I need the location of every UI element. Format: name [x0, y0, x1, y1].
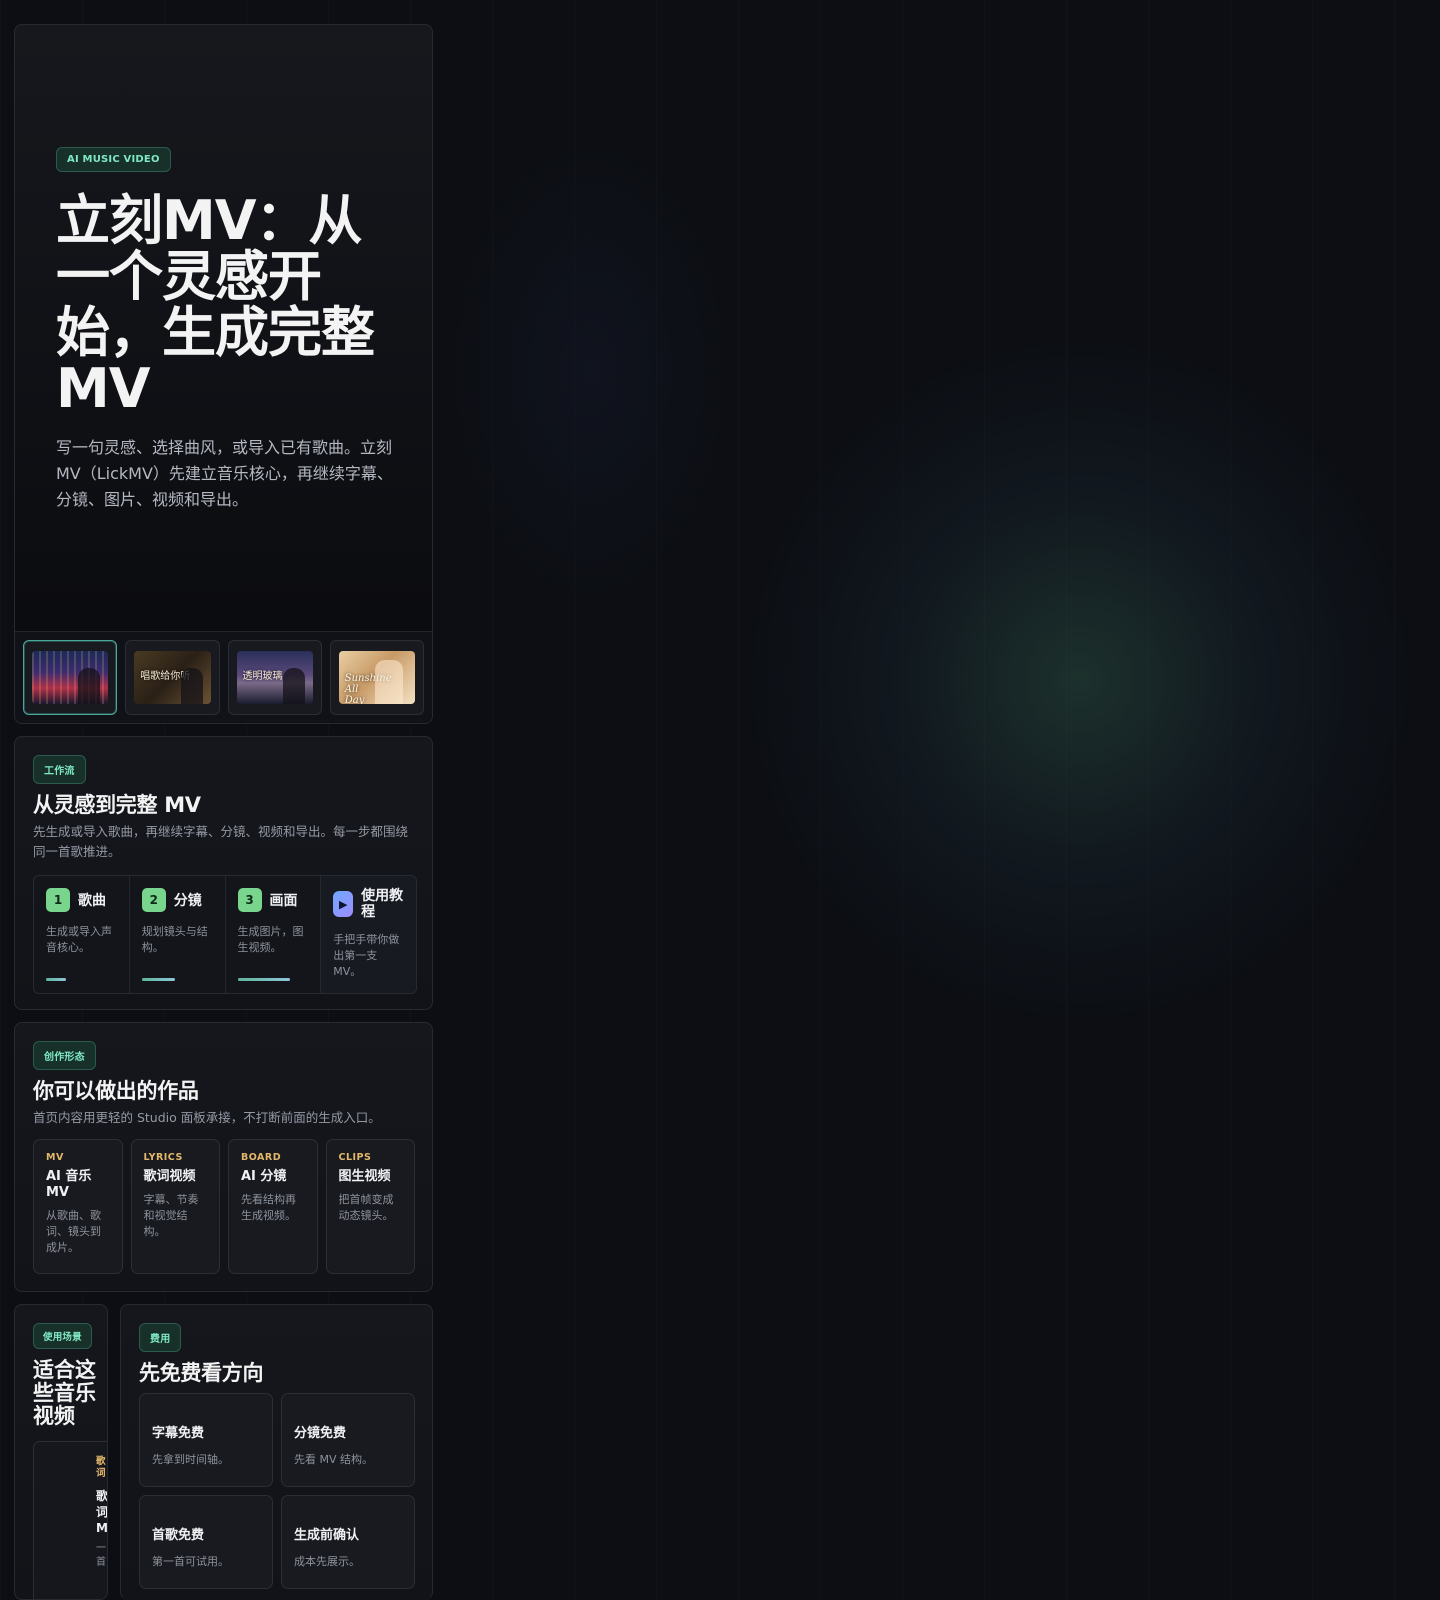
card-title: 歌词视频 — [143, 1169, 196, 1184]
cost-title: 先免费看方向 — [139, 1361, 264, 1385]
step-label: 画面 — [269, 893, 298, 909]
thumbnail-image: 透明玻璃 — [236, 651, 313, 704]
thumbnail-4[interactable]: Sunshine All Day — [329, 640, 424, 715]
step-number: 3 — [237, 888, 262, 912]
card-title: AI 分镜 — [241, 1169, 287, 1184]
work-card-mv[interactable]: MV AI 音乐 MV 从歌曲、歌词、镜头到成片。 — [33, 1139, 123, 1274]
step-storyboard[interactable]: 2 分镜 规划镜头与结构。 — [130, 876, 226, 993]
hero-title: 立刻MV：从一个灵感开始，生成完整 MV — [56, 189, 375, 420]
cost-card-title: 生成前确认 — [294, 1528, 360, 1543]
step-song[interactable]: 1 歌曲 生成或导入声音核心。 — [34, 876, 130, 993]
works-title: 你可以做出的作品 — [33, 1079, 199, 1103]
step-label: 歌曲 — [78, 893, 106, 909]
card-tag: LYRICS — [143, 1152, 183, 1163]
background-glow — [740, 330, 1420, 1030]
scenario-text: 一首 — [96, 1543, 106, 1568]
works-description: 首页内容用更轻的 Studio 面板承接，不打断前面的生成入口。 — [33, 1110, 381, 1125]
tutorial-label: 使用教程 — [361, 888, 404, 920]
workflow-badge: 工作流 — [33, 755, 86, 784]
step-visuals[interactable]: 3 画面 生成图片，图生视频。 — [226, 876, 322, 993]
thumbnail-1[interactable] — [23, 640, 118, 715]
cost-card-text: 先拿到时间轴。 — [152, 1453, 229, 1466]
singer-silhouette — [180, 668, 203, 704]
step-progress — [141, 978, 175, 981]
step-text: 规划镜头与结构。 — [141, 925, 208, 954]
card-tag: MV — [46, 1152, 64, 1163]
step-progress — [46, 978, 66, 981]
scenario-card[interactable]: 歌词 歌词 M 一首 — [33, 1441, 108, 1599]
thumbnail-strip: 唱歌给你听 透明玻璃 Sunshine All Day — [15, 631, 432, 723]
scenarios-title: 适合这些音乐视频 — [33, 1358, 96, 1428]
cost-badge: 费用 — [139, 1323, 182, 1352]
step-number: 1 — [46, 888, 70, 912]
thumbnail-caption: Sunshine All Day — [344, 673, 392, 704]
work-card-board[interactable]: BOARD AI 分镜 先看结构再生成视频。 — [228, 1139, 318, 1274]
cost-card-text: 先看 MV 结构。 — [294, 1453, 374, 1466]
work-card-lyrics[interactable]: LYRICS 歌词视频 字幕、节奏和视觉结构。 — [130, 1139, 220, 1274]
works-section: 创作形态 你可以做出的作品 首页内容用更轻的 Studio 面板承接，不打断前面… — [14, 1022, 433, 1292]
thumbnail-3[interactable]: 透明玻璃 — [227, 640, 322, 715]
singer-silhouette — [282, 668, 305, 704]
cost-section: 费用 先免费看方向 字幕免费 先拿到时间轴。 分镜免费 先看 MV 结构。 首歌… — [120, 1304, 433, 1600]
thumbnail-2[interactable]: 唱歌给你听 — [125, 640, 220, 715]
step-text: 生成图片，图生视频。 — [237, 925, 304, 954]
cost-grid: 字幕免费 先拿到时间轴。 分镜免费 先看 MV 结构。 首歌免费 第一首可试用。… — [139, 1393, 415, 1589]
step-number: 2 — [141, 888, 166, 912]
work-card-clips[interactable]: CLIPS 图生视频 把首帧变成动态镜头。 — [325, 1139, 415, 1274]
step-progress — [237, 978, 290, 981]
scenario-tag: 歌词 — [96, 1456, 106, 1479]
tutorial-text: 手把手带你做出第一支 MV。 — [333, 933, 400, 978]
background-glow-left — [440, 120, 740, 620]
cost-card-title: 首歌免费 — [152, 1528, 205, 1543]
hero-description: 写一句灵感、选择曲风，或导入已有歌曲。立刻MV（LickMV）先建立音乐核心，再… — [56, 438, 393, 509]
cost-card-confirm[interactable]: 生成前确认 成本先展示。 — [281, 1495, 415, 1589]
cost-card-text: 第一首可试用。 — [152, 1555, 229, 1568]
card-text: 从歌曲、歌词、镜头到成片。 — [46, 1209, 101, 1254]
cost-card-text: 成本先展示。 — [294, 1555, 360, 1568]
workflow-title: 从灵感到完整 MV — [33, 793, 201, 817]
works-cards: MV AI 音乐 MV 从歌曲、歌词、镜头到成片。 LYRICS 歌词视频 字幕… — [33, 1139, 415, 1274]
play-icon: ▶ — [333, 891, 354, 917]
thumbnail-image — [32, 651, 109, 704]
scenarios-section: 使用场景 适合这些音乐视频 歌词 歌词 M 一首 — [14, 1304, 108, 1600]
step-text: 生成或导入声音核心。 — [46, 925, 112, 954]
card-title: AI 音乐 MV — [46, 1169, 92, 1200]
thumbnail-caption: 透明玻璃 — [242, 671, 283, 682]
card-tag: CLIPS — [338, 1152, 372, 1163]
thumbnail-image: Sunshine All Day — [338, 651, 415, 704]
singer-silhouette — [375, 660, 403, 704]
cost-card-first-song[interactable]: 首歌免费 第一首可试用。 — [139, 1495, 273, 1589]
workflow-description: 先生成或导入歌曲，再继续字幕、分镜、视频和导出。每一步都围绕同一首歌推进。 — [33, 824, 409, 859]
hero-panel: AI MUSIC VIDEO 立刻MV：从一个灵感开始，生成完整 MV 写一句灵… — [14, 24, 433, 724]
card-text: 先看结构再生成视频。 — [241, 1193, 296, 1222]
step-label: 分镜 — [173, 893, 202, 909]
cost-card-subtitles[interactable]: 字幕免费 先拿到时间轴。 — [139, 1393, 273, 1487]
card-tag: BOARD — [241, 1152, 282, 1163]
cost-card-title: 分镜免费 — [294, 1426, 347, 1441]
card-text: 把首帧变成动态镜头。 — [338, 1193, 394, 1222]
singer-silhouette — [78, 668, 101, 704]
card-text: 字幕、节奏和视觉结构。 — [143, 1193, 199, 1238]
workflow-section: 工作流 从灵感到完整 MV 先生成或导入歌曲，再继续字幕、分镜、视频和导出。每一… — [14, 736, 433, 1010]
card-title: 图生视频 — [338, 1169, 391, 1184]
cost-card-title: 字幕免费 — [152, 1426, 205, 1441]
works-badge: 创作形态 — [33, 1041, 96, 1070]
workflow-steps: 1 歌曲 生成或导入声音核心。 2 分镜 规划镜头与结构。 3 画面 生成图片，… — [33, 875, 417, 994]
thumbnail-image: 唱歌给你听 — [134, 651, 211, 704]
tutorial-button[interactable]: ▶ 使用教程 手把手带你做出第一支 MV。 — [321, 876, 416, 993]
scenarios-badge: 使用场景 — [33, 1323, 92, 1349]
scenario-title: 歌词 M — [96, 1489, 108, 1535]
cost-card-storyboard[interactable]: 分镜免费 先看 MV 结构。 — [281, 1393, 415, 1487]
hero-badge: AI MUSIC VIDEO — [56, 147, 171, 172]
